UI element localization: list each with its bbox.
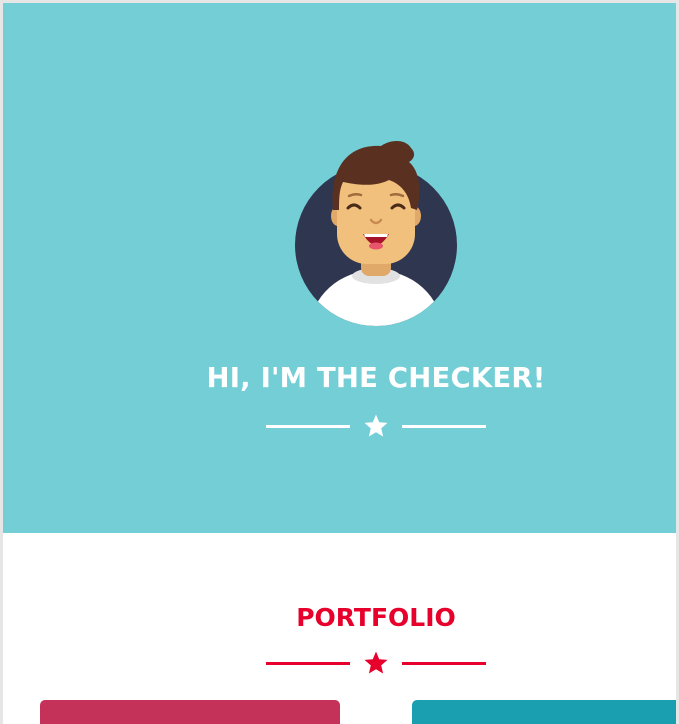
divider-line-right	[402, 662, 486, 665]
star-icon	[364, 414, 388, 437]
hero-title: HI, I'M THE CHECKER!	[206, 362, 546, 394]
portfolio-card[interactable]	[412, 700, 676, 724]
divider-line-left	[266, 425, 350, 428]
portfolio-card[interactable]	[40, 700, 340, 724]
divider-line-left	[266, 662, 350, 665]
portfolio-title: PORTFOLIO	[296, 603, 456, 632]
star-icon	[364, 651, 388, 674]
avatar-icon	[295, 141, 457, 326]
divider-line-right	[402, 425, 486, 428]
hero-section: HI, I'M THE CHECKER!	[3, 3, 676, 533]
portfolio-divider	[266, 650, 486, 676]
page-frame: HI, I'M THE CHECKER! PORTFOLIO	[3, 3, 676, 724]
hero-divider	[266, 413, 486, 439]
